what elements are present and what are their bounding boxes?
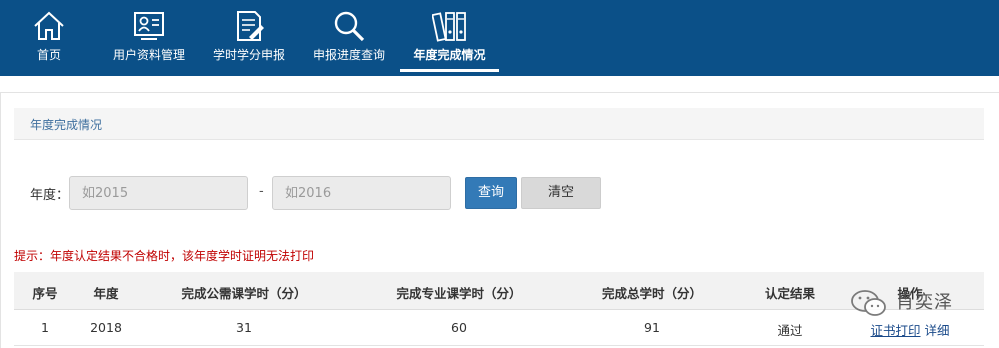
column-header-total-hours: 完成总学时（分）	[601, 286, 702, 301]
active-tab-underline	[400, 69, 499, 72]
nav-item-hours-declaration[interactable]: 学时学分申报	[204, 0, 294, 72]
year-to-input[interactable]	[272, 176, 451, 210]
year-label: 年度：	[30, 188, 70, 203]
user-card-icon	[134, 12, 164, 40]
nav-label-progress-query: 申报进度查询	[312, 48, 385, 62]
nav-item-user-profile[interactable]: 用户资料管理	[104, 0, 194, 72]
column-header-major-hours: 完成专业课学时（分）	[396, 286, 522, 301]
detail-link[interactable]: 详细	[924, 323, 949, 338]
binders-icon	[431, 12, 466, 42]
clear-button[interactable]: 清空	[521, 177, 601, 209]
home-icon	[34, 11, 64, 40]
cell-no: 1	[41, 320, 49, 335]
column-header-year: 年度	[93, 286, 119, 301]
year-range-separator: -	[259, 184, 264, 199]
section-title: 年度完成情况	[30, 118, 103, 132]
cell-actions: 证书打印 详细	[842, 320, 978, 339]
page-root: 首页 用户资料管理 学时学分申报 申报进度查询 年度完成情况 年度完成情况 年度…	[0, 0, 999, 348]
nav-label-user-profile: 用户资料管理	[112, 48, 185, 62]
nav-item-home[interactable]: 首页	[14, 0, 84, 72]
row-divider	[14, 345, 984, 346]
cell-result: 通过	[777, 323, 803, 338]
magnifier-icon	[334, 11, 365, 42]
nav-item-annual-completion[interactable]: 年度完成情况	[400, 0, 499, 72]
nav-item-progress-query[interactable]: 申报进度查询	[304, 0, 394, 72]
cell-major-hours: 60	[451, 320, 467, 335]
certificate-print-link[interactable]: 证书打印	[870, 323, 920, 338]
cell-public-hours: 31	[236, 320, 252, 335]
cell-total-hours: 91	[644, 320, 660, 335]
column-header-public-hours: 完成公需课学时（分）	[181, 286, 307, 301]
tip-text: 提示：年度认定结果不合格时，该年度学时证明无法打印	[14, 249, 315, 263]
nav-label-annual-completion: 年度完成情况	[413, 48, 486, 62]
cell-year: 2018	[90, 320, 122, 335]
nav-label-hours-declaration: 学时学分申报	[212, 48, 285, 62]
section-header: 年度完成情况	[14, 108, 984, 140]
column-header-no: 序号	[32, 286, 58, 301]
wechat-icon	[851, 290, 886, 316]
query-button[interactable]: 查询	[465, 177, 517, 209]
document-edit-icon	[237, 11, 264, 41]
top-nav: 首页 用户资料管理 学时学分申报 申报进度查询 年度完成情况	[0, 0, 999, 76]
nav-label-home: 首页	[36, 48, 61, 62]
year-from-input[interactable]	[69, 176, 248, 210]
watermark-text: 肖奕泽	[896, 292, 953, 313]
column-header-result: 认定结果	[764, 286, 815, 301]
